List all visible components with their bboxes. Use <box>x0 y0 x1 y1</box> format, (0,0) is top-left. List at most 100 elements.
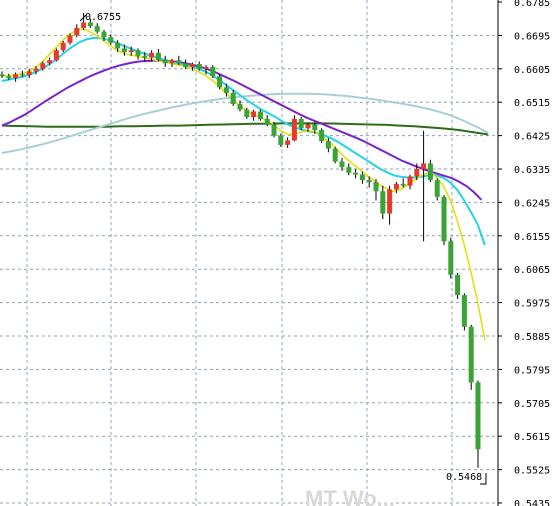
y-tick-label: 0.5795 <box>514 365 550 376</box>
candle-body-down <box>6 76 12 79</box>
candle-body-up <box>81 22 87 28</box>
y-tick-label: 0.6605 <box>514 65 550 76</box>
candle-body-up <box>53 50 59 61</box>
candle-body-down <box>278 135 284 145</box>
candle-body-down <box>400 183 406 186</box>
candle-body-down <box>434 180 440 197</box>
candle-body-up <box>393 183 399 190</box>
candle <box>298 117 304 131</box>
candle <box>94 23 100 34</box>
y-tick-label: 0.6155 <box>514 232 550 243</box>
candle-body-down <box>427 163 433 181</box>
candle-body-down <box>359 174 365 181</box>
candle-body-down <box>237 104 243 110</box>
candle-body-down <box>461 295 467 327</box>
candle-body-down <box>448 241 454 275</box>
candle <box>461 293 467 331</box>
candle-body-down <box>325 141 331 149</box>
candle-body-down <box>108 37 114 43</box>
candle-body-up <box>40 63 46 69</box>
candle <box>210 65 216 79</box>
candle <box>319 128 325 144</box>
candle-body-up <box>414 169 420 177</box>
candle-body-down <box>244 109 250 118</box>
y-tick-label: 0.5525 <box>514 466 550 477</box>
candle-body-down <box>353 172 359 175</box>
candle-body-down <box>162 59 168 64</box>
candle <box>407 174 413 190</box>
candle-body-down <box>468 326 474 383</box>
candle <box>353 169 359 179</box>
candle <box>434 178 440 201</box>
candle-body-up <box>305 124 311 129</box>
candle-body-down <box>346 167 352 173</box>
candle-body-down <box>19 74 25 76</box>
moving-average-lines <box>1 28 489 340</box>
candle-body-down <box>142 55 148 58</box>
y-tick-label: 0.6515 <box>514 98 550 109</box>
candle <box>427 159 433 182</box>
y-tick-label: 0.6425 <box>514 132 550 143</box>
candle-body-up <box>189 63 195 67</box>
y-tick-label: 0.5975 <box>514 299 550 310</box>
candle-body-down <box>217 76 223 88</box>
candle-body-down <box>94 26 100 32</box>
y-tick-label: 0.6335 <box>514 165 550 176</box>
candle-body-down <box>135 50 141 56</box>
candle <box>475 380 481 468</box>
ma-very-long-line <box>1 122 489 136</box>
candle <box>441 194 447 246</box>
candle-body-up <box>285 140 291 145</box>
candle-body-up <box>169 60 175 64</box>
candle <box>74 24 80 38</box>
candle-body-up <box>33 68 39 72</box>
y-tick-label: 0.5705 <box>514 399 550 410</box>
candle <box>455 272 461 299</box>
y-tick-label: 0.6695 <box>514 31 550 42</box>
candle <box>251 109 257 121</box>
candle <box>448 237 454 279</box>
candle-body-down <box>101 31 107 38</box>
candle-body-up <box>291 118 297 141</box>
candle <box>421 130 427 242</box>
candle-body-up <box>203 66 209 69</box>
candle <box>217 74 223 90</box>
candle-body-down <box>183 63 189 67</box>
candle-body-up <box>13 74 19 79</box>
candle <box>162 55 168 67</box>
candle-body-up <box>149 52 155 58</box>
candle-body-down <box>455 274 461 296</box>
y-tick-label: 0.6065 <box>514 265 550 276</box>
candle-body-down <box>176 60 182 64</box>
candle-body-down <box>155 52 161 60</box>
candle <box>346 163 352 176</box>
candle <box>257 109 263 121</box>
candle-body-up <box>251 111 257 118</box>
candle-body-down <box>223 87 229 93</box>
candle <box>291 115 297 142</box>
candle-body-down <box>121 48 127 53</box>
candle-body-down <box>312 124 318 131</box>
candle-body-down <box>380 191 386 214</box>
candle <box>285 137 291 148</box>
candle-body-down <box>257 111 263 119</box>
candle <box>169 58 175 67</box>
candle <box>373 179 379 201</box>
candle-body-down <box>366 180 372 182</box>
candle-body-up <box>74 27 80 36</box>
candle-body-down <box>475 382 481 450</box>
candle-body-up <box>128 50 134 53</box>
candle-body-down <box>332 148 338 162</box>
y-tick-label: 0.6785 <box>514 0 550 9</box>
candle <box>468 324 474 390</box>
candlestick-series <box>0 13 481 468</box>
candle-body-up <box>26 71 32 76</box>
candle-body-down <box>210 66 216 77</box>
candle-body-down <box>319 130 325 142</box>
chart-grid <box>0 0 498 506</box>
candle <box>332 146 338 164</box>
candle <box>387 185 393 225</box>
price-axis-ticks: 0.6785 0.6695 0.6605 0.6515 0.6425 0.6335 0.62… <box>498 0 550 506</box>
candle-body-up <box>421 163 427 169</box>
chart-annotations: 0.6755 0.5468 MT Wo... <box>79 12 487 506</box>
